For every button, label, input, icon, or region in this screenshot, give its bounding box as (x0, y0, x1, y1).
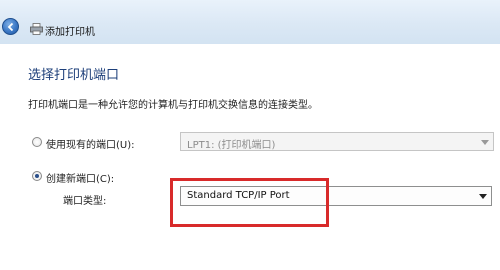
wizard-title: 添加打印机 (45, 27, 95, 38)
back-button[interactable] (2, 18, 19, 35)
annotation-highlight-box (170, 178, 329, 227)
wizard-title-bar: 添加打印机 (0, 0, 500, 44)
page-heading: 选择打印机端口 (28, 68, 120, 83)
use-existing-port-label[interactable]: 使用现有的端口(U): (46, 136, 135, 151)
existing-port-dropdown: LPT1: (打印机端口) (180, 132, 494, 151)
chevron-down-icon[interactable] (479, 194, 487, 199)
create-new-port-label[interactable]: 创建新端口(C): (46, 170, 114, 185)
page-description: 打印机端口是一种允许您的计算机与打印机交换信息的连接类型。 (28, 100, 318, 111)
chevron-down-icon (481, 140, 489, 145)
use-existing-port-radio[interactable] (32, 137, 42, 147)
wizard-content: 选择打印机端口 打印机端口是一种允许您的计算机与打印机交换信息的连接类型。 使用… (0, 44, 500, 270)
create-new-port-radio[interactable] (32, 171, 42, 181)
back-arrow-icon (7, 22, 14, 32)
printer-icon (30, 23, 43, 35)
existing-port-value: LPT1: (打印机端口) (187, 140, 276, 151)
port-type-label: 端口类型: (63, 196, 107, 207)
